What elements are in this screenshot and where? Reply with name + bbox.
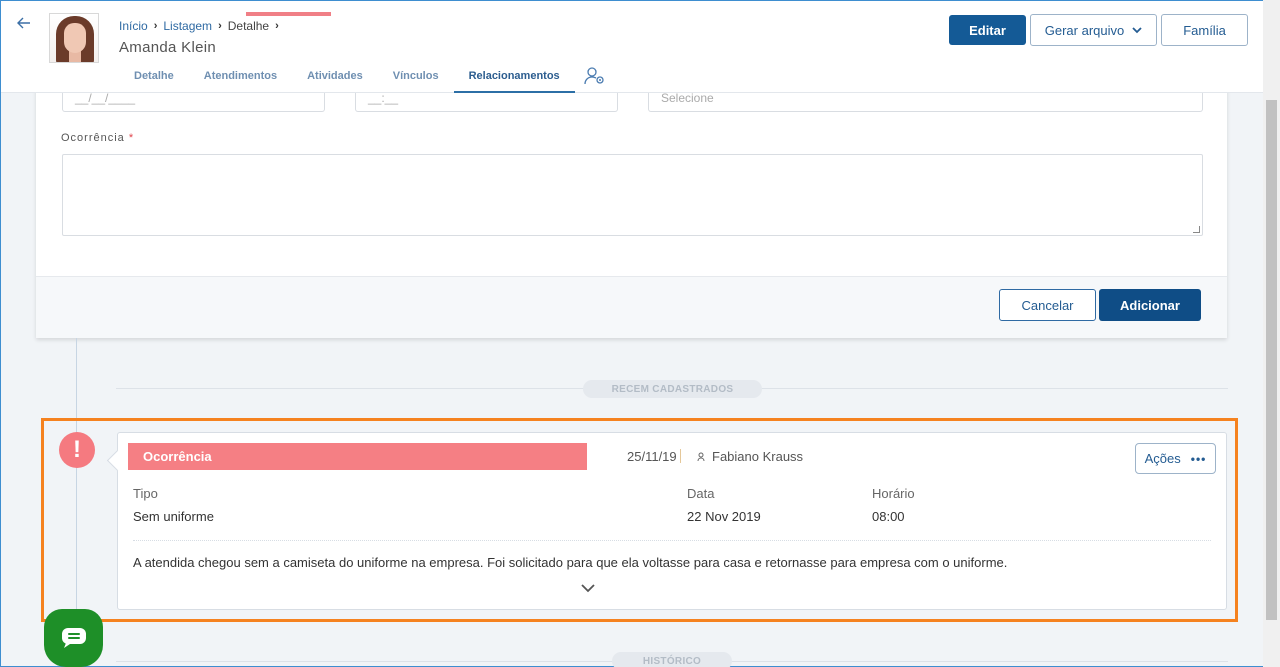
chat-icon	[61, 628, 86, 648]
event-type-badge: Ocorrência	[128, 443, 587, 470]
event-user-name: Fabiano Krauss	[712, 449, 804, 464]
breadcrumb-listagem[interactable]: Listagem	[163, 19, 212, 33]
chevron-down-icon[interactable]	[581, 580, 595, 596]
chevron-right-icon: ›	[153, 20, 158, 32]
event-date: 25/11/19	[627, 449, 677, 464]
edit-button[interactable]: Editar	[949, 15, 1026, 45]
actions-button[interactable]: Ações •••	[1135, 443, 1216, 474]
tab-relacionamentos[interactable]: Relacionamentos	[453, 61, 575, 93]
more-dots-icon: •••	[1190, 451, 1207, 466]
tab-vinculos[interactable]: Vínculos	[378, 61, 454, 93]
user-icon	[697, 452, 705, 461]
event-description: A atendida chegou sem a camiseta do unif…	[133, 555, 1008, 570]
scrollbar[interactable]	[1263, 0, 1280, 667]
data-value: 22 Nov 2019	[687, 509, 761, 524]
required-mark: *	[128, 132, 135, 144]
actions-label: Ações	[1144, 451, 1181, 466]
type-select-value: Selecione	[661, 91, 714, 105]
chat-button[interactable]	[44, 609, 103, 667]
add-button[interactable]: Adicionar	[1099, 289, 1201, 321]
data-label: Data	[687, 486, 715, 501]
occurrence-form-card: __/__/____ __:__ Selecione Ocorrência * …	[36, 60, 1227, 338]
tab-bar: Detalhe Atendimentos Atividades Vínculos…	[119, 61, 615, 93]
timeline-event-card: Ocorrência 25/11/19 Fabiano Krauss Ações…	[117, 432, 1227, 610]
form-footer: Cancelar Adicionar	[36, 276, 1227, 338]
chevron-right-icon: ›	[275, 20, 279, 32]
recent-section-label: RECEM CADASTRADOS	[583, 380, 762, 398]
tab-atendimentos[interactable]: Atendimentos	[189, 61, 292, 93]
breadcrumb: Início › Listagem › Detalhe ›	[119, 19, 279, 33]
occurrence-label: Ocorrência *	[61, 132, 134, 144]
back-arrow-icon[interactable]	[14, 13, 34, 33]
resize-grip-icon[interactable]	[1193, 226, 1200, 233]
cancel-button[interactable]: Cancelar	[999, 289, 1096, 321]
user-settings-icon[interactable]	[575, 61, 615, 91]
breadcrumb-detalhe: Detalhe	[227, 19, 270, 33]
exclamation-icon: !	[59, 432, 95, 468]
divider	[133, 540, 1211, 541]
event-user: Fabiano Krauss	[697, 449, 803, 464]
tab-atividades[interactable]: Atividades	[292, 61, 378, 93]
scrollbar-thumb[interactable]	[1266, 100, 1277, 620]
occurrence-textarea[interactable]	[62, 154, 1203, 236]
family-button[interactable]: Família	[1161, 14, 1248, 46]
breadcrumb-inicio[interactable]: Início	[119, 19, 148, 33]
generate-file-label: Gerar arquivo	[1044, 22, 1125, 38]
generate-file-button[interactable]: Gerar arquivo	[1030, 14, 1157, 46]
occurrence-label-text: Ocorrência	[61, 132, 125, 144]
page-title: Amanda Klein	[119, 39, 216, 56]
tipo-value: Sem uniforme	[133, 509, 214, 524]
horario-label: Horário	[872, 486, 915, 501]
chevron-down-icon	[1132, 26, 1142, 33]
horario-value: 08:00	[872, 509, 905, 524]
page-header: Início › Listagem › Detalhe › Amanda Kle…	[1, 1, 1263, 93]
tab-detalhe[interactable]: Detalhe	[119, 61, 189, 93]
separator	[680, 449, 681, 463]
chevron-right-icon: ›	[218, 20, 222, 32]
avatar	[49, 13, 99, 63]
tipo-label: Tipo	[133, 486, 158, 501]
progress-indicator	[246, 12, 331, 16]
history-section-label: HISTÓRICO	[612, 652, 732, 667]
